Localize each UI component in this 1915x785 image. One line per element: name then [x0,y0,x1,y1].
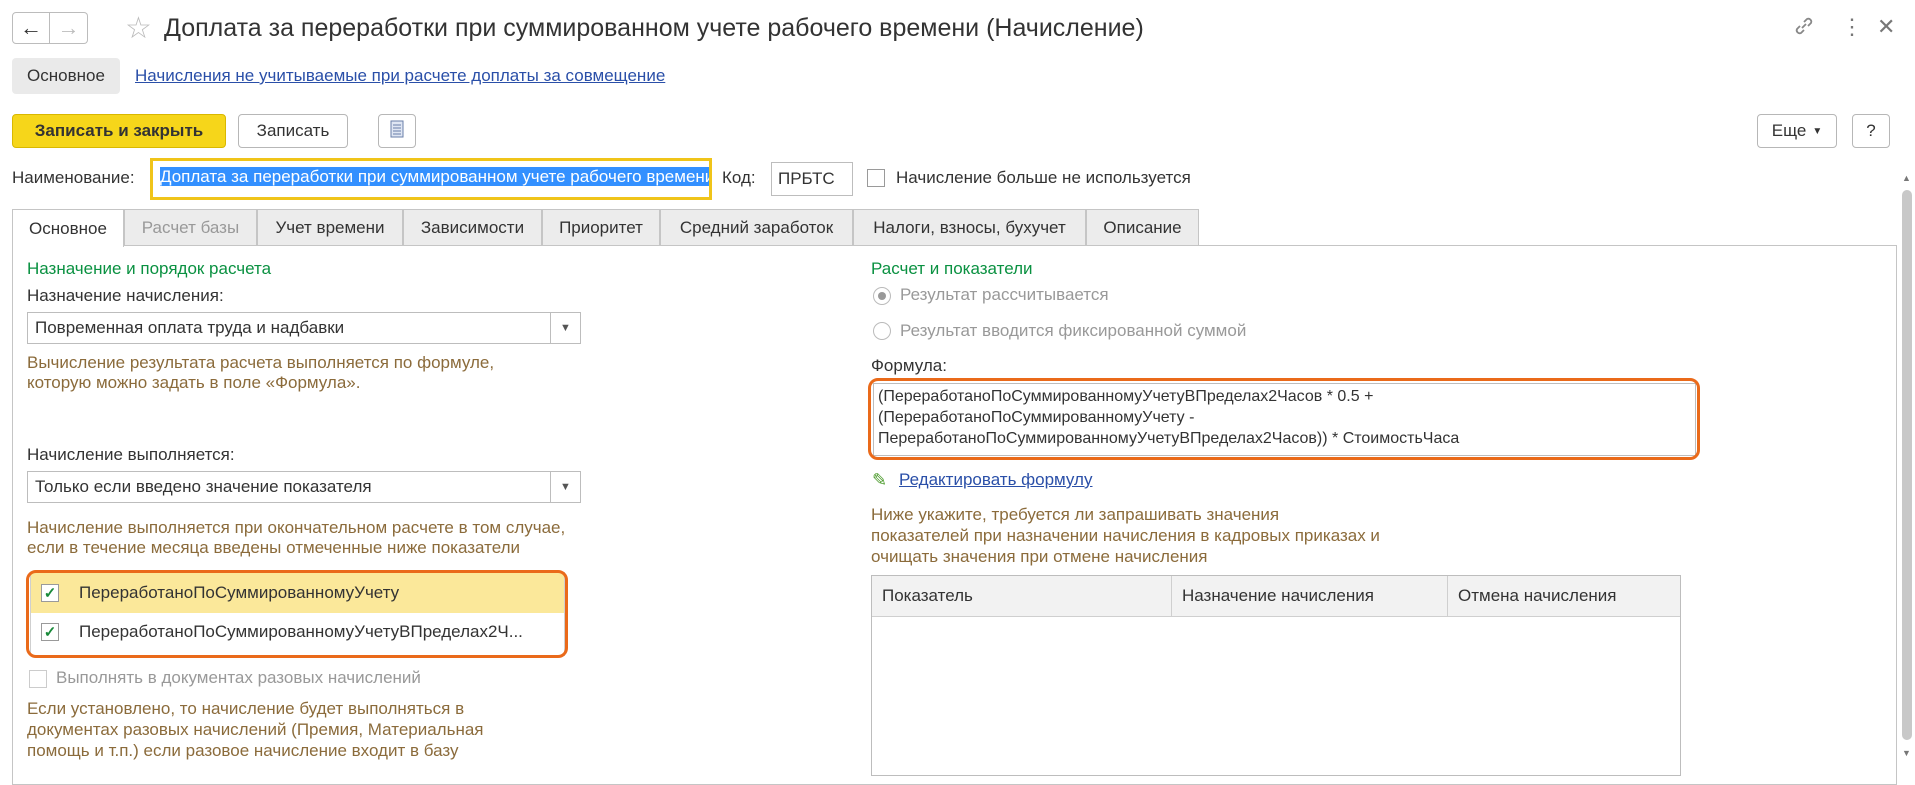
formula-label: Формула: [871,356,947,375]
save-button[interactable]: Записать [238,114,348,148]
link-icon[interactable] [1792,14,1816,44]
arrow-right-icon: → [57,15,80,40]
name-label: Наименование: [12,168,135,187]
column-header-assignment[interactable]: Назначение начисления [1172,576,1448,616]
chevron-down-icon[interactable]: ▼ [550,313,580,343]
executed-hint-line2: если в течение месяца введены отмеченные… [27,538,520,557]
radio-fixed-label: Результат вводится фиксированной суммой [900,321,1247,340]
tab-main[interactable]: Основное [12,209,124,247]
formula-hint-line2: которую можно задать в поле «Формула». [27,373,361,392]
executed-label: Начисление выполняется: [27,445,235,464]
executed-select-value: Только если введено значение показателя [35,477,372,496]
name-input-value: Доплата за переработки при суммированном… [160,167,709,186]
back-button[interactable]: ← [12,12,50,44]
tab-base-calc[interactable]: Расчет базы [124,209,257,245]
radio-calculated[interactable] [873,287,891,305]
forward-button[interactable]: → [50,12,88,44]
arrow-left-icon: ← [20,15,42,40]
vertical-scrollbar[interactable] [1902,190,1912,740]
favorite-star-icon[interactable]: ☆ [125,12,152,46]
list-report-icon [390,120,404,143]
caret-down-icon: ▼ [1812,125,1823,137]
table-header: Показатель Назначение начисления Отмена … [872,576,1680,617]
onetime-label: Выполнять в документах разовых начислени… [56,668,421,687]
radio-dot-icon [878,292,886,300]
executed-select[interactable]: Только если введено значение показателя … [27,471,581,503]
formula-hint-line1: Вычисление результата расчета выполняетс… [27,353,495,372]
edit-formula-link[interactable]: Редактировать формулу [899,470,1092,490]
table-hint-line1: Ниже укажите, требуется ли запрашивать з… [871,505,1280,524]
section-link-excluded-accruals[interactable]: Начисления не учитываемые при расчете до… [135,66,665,86]
onetime-hint-line3: помощь и т.п.) если разовое начисление в… [27,741,459,760]
onetime-hint-line2: документах разовых начислений (Премия, М… [27,720,484,739]
tab-taxes[interactable]: Налоги, взносы, бухучет [853,209,1086,245]
name-input[interactable]: Доплата за переработки при суммированном… [150,158,712,200]
table-hint-line3: очищать значения при отмене начисления [871,547,1208,566]
code-input[interactable]: ПРБТС [771,162,853,196]
code-label: Код: [722,168,756,187]
tab-description[interactable]: Описание [1086,209,1199,245]
column-header-cancellation[interactable]: Отмена начисления [1448,576,1680,616]
formula-highlight [868,378,1700,460]
executed-hint-line1: Начисление выполняется при окончательном… [27,518,566,537]
more-vertical-icon[interactable]: ⋮ [1841,14,1863,40]
tab-average-earnings[interactable]: Средний заработок [660,209,853,245]
radio-calculated-label: Результат рассчитывается [900,285,1109,304]
column-header-indicator[interactable]: Показатель [872,576,1172,616]
more-button[interactable]: Еще ▼ [1757,114,1837,148]
unused-label: Начисление больше не используется [896,168,1191,187]
help-button[interactable]: ? [1852,114,1890,148]
indicators-highlight [26,570,568,658]
tab-time-tracking[interactable]: Учет времени [257,209,403,245]
tab-dependencies[interactable]: Зависимости [403,209,542,245]
indicators-table: Показатель Назначение начисления Отмена … [871,575,1681,776]
chevron-down-icon[interactable]: ▼ [550,472,580,502]
pencil-icon: ✎ [872,470,888,490]
scroll-down-icon[interactable]: ▼ [1902,748,1911,758]
unused-checkbox[interactable] [867,169,885,187]
purpose-select[interactable]: Повременная оплата труда и надбавки ▼ [27,312,581,344]
radio-fixed[interactable] [873,322,891,340]
purpose-label: Назначение начисления: [27,286,224,305]
table-hint-line2: показателей при назначении начисления в … [871,526,1380,545]
more-button-label: Еще [1771,121,1807,140]
tab-priority[interactable]: Приоритет [542,209,660,245]
section-main-button[interactable]: Основное [12,58,120,94]
right-section-title: Расчет и показатели [871,259,1033,278]
report-button[interactable] [378,114,416,148]
save-and-close-button[interactable]: Записать и закрыть [12,114,226,148]
scroll-up-icon[interactable]: ▲ [1902,173,1911,183]
left-section-title: Назначение и порядок расчета [27,259,272,278]
window-title: Доплата за переработки при суммированном… [164,14,1144,42]
purpose-select-value: Повременная оплата труда и надбавки [35,318,345,337]
onetime-checkbox[interactable] [29,670,47,688]
onetime-hint-line1: Если установлено, то начисление будет вы… [27,699,465,718]
close-icon[interactable]: ✕ [1877,14,1895,40]
